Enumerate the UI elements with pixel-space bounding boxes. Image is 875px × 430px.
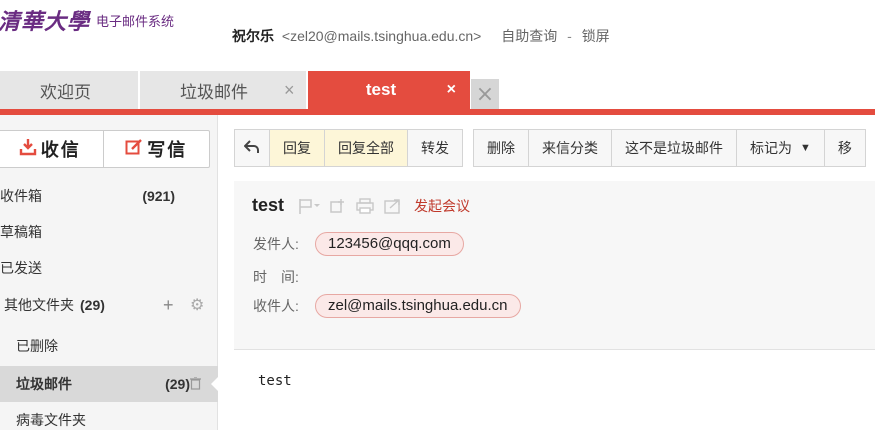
mail-toolbar: 回复 回复全部 转发 删除 来信分类 这不是垃圾邮件 标记为 ▼ 移	[234, 129, 875, 167]
folder-count: (29)	[165, 376, 190, 392]
tab-bar: 欢迎页 垃圾邮件 × test ×	[0, 71, 875, 109]
print-icon[interactable]	[356, 197, 374, 214]
folder-label: 草稿箱	[0, 224, 42, 240]
inbox-download-icon	[19, 138, 41, 161]
move-button[interactable]: 移	[823, 130, 865, 166]
folder-label: 病毒文件夹	[16, 412, 86, 428]
trash-icon[interactable]	[190, 376, 201, 393]
subject-line: test 发起会议	[252, 195, 470, 216]
folder-label: 其他文件夹	[4, 297, 74, 313]
user-email: <zel20@mails.tsinghua.edu.cn>	[281, 28, 482, 44]
selected-indicator	[211, 376, 219, 392]
from-label: 发件人:	[253, 236, 299, 252]
mail-body: test	[258, 373, 292, 389]
user-name: 祝尔乐	[232, 28, 274, 44]
reply-all-button[interactable]: 回复全部	[324, 130, 407, 166]
sidebar-item-sent[interactable]: 已发送	[0, 250, 218, 286]
compose-buttons: 收信 写信	[0, 130, 210, 168]
delete-button[interactable]: 删除	[474, 130, 528, 166]
to-label: 收件人:	[253, 298, 299, 314]
start-meeting-link[interactable]: 发起会议	[414, 196, 470, 216]
sidebar-item-virus[interactable]: 病毒文件夹	[0, 402, 218, 430]
folder-count: (921)	[142, 188, 175, 204]
sidebar-item-other-folders[interactable]: 其他文件夹 (29) + ⚙	[0, 287, 218, 323]
tab-welcome[interactable]: 欢迎页	[0, 71, 138, 109]
caret-down-icon: ▼	[800, 142, 811, 154]
logo-subtitle: 电子邮件系统	[96, 13, 175, 29]
folder-label: 垃圾邮件	[16, 376, 72, 392]
logo-name: 清華大學	[0, 9, 91, 35]
folder-label: 已删除	[16, 338, 58, 354]
sender-address[interactable]: 123456@qqq.com	[315, 232, 464, 256]
sidebar-item-drafts[interactable]: 草稿箱	[0, 214, 218, 250]
tab-label: test	[365, 80, 397, 99]
recipient-address[interactable]: zel@mails.tsinghua.edu.cn	[315, 294, 521, 318]
lock-screen-link[interactable]: 锁屏	[582, 28, 610, 44]
mail-header: test 发起会议 发件人: 123456@qqq.com 时 间: 收件人: …	[234, 181, 875, 350]
reply-button[interactable]: 回复	[269, 130, 324, 166]
sidebar: 收信 写信 收件箱 (921) 草稿箱 已发送 其他文件夹 (29) + ⚙ 已…	[0, 115, 219, 430]
action-group: 删除 来信分类 这不是垃圾邮件 标记为 ▼ 移	[473, 129, 866, 167]
user-bar: 祝尔乐 <zel20@mails.tsinghua.edu.cn> 自助查询 -…	[232, 26, 610, 46]
user-bar-separator: -	[567, 28, 572, 44]
tag-icon[interactable]	[330, 198, 346, 214]
receive-mail-label: 收信	[40, 140, 81, 160]
mark-as-button[interactable]: 标记为 ▼	[736, 130, 824, 166]
forward-window-icon[interactable]	[384, 198, 402, 214]
tab-label: 欢迎页	[40, 82, 91, 102]
flag-icon[interactable]	[298, 198, 321, 214]
pencil-icon	[125, 138, 147, 161]
sidebar-item-deleted[interactable]: 已删除	[0, 328, 218, 364]
back-button[interactable]	[235, 130, 269, 166]
folder-label: 已发送	[0, 260, 42, 276]
reply-group: 回复 回复全部 转发	[234, 129, 463, 167]
classify-button[interactable]: 来信分类	[528, 130, 611, 166]
time-label: 时 间:	[253, 269, 299, 285]
time-row: 时 间:	[253, 265, 315, 289]
close-icon[interactable]: ×	[447, 81, 456, 99]
folder-label: 收件箱	[0, 188, 42, 204]
sidebar-item-junk[interactable]: 垃圾邮件 (29)	[0, 366, 219, 402]
plus-icon[interactable]: +	[163, 295, 174, 316]
back-arrow-icon	[243, 139, 260, 157]
tab-label: 垃圾邮件	[180, 82, 248, 102]
not-spam-button[interactable]: 这不是垃圾邮件	[611, 130, 736, 166]
from-row: 发件人: 123456@qqq.com	[253, 232, 464, 256]
sidebar-item-inbox[interactable]: 收件箱 (921)	[0, 178, 218, 214]
close-icon[interactable]: ×	[284, 80, 295, 101]
close-all-tabs-icon[interactable]: ×	[471, 79, 499, 109]
write-mail-button[interactable]: 写信	[102, 131, 210, 167]
university-logo[interactable]: 清華大學 电子邮件系统	[0, 4, 174, 36]
forward-button[interactable]: 转发	[407, 130, 462, 166]
mark-as-label: 标记为	[750, 140, 792, 156]
folder-count: (29)	[80, 297, 105, 313]
to-row: 收件人: zel@mails.tsinghua.edu.cn	[253, 294, 521, 318]
self-query-link[interactable]: 自助查询	[501, 28, 557, 44]
mail-subject: test	[252, 195, 285, 215]
tab-test[interactable]: test ×	[308, 71, 470, 109]
receive-mail-button[interactable]: 收信	[0, 131, 103, 167]
gear-icon[interactable]: ⚙	[190, 295, 204, 315]
write-mail-label: 写信	[147, 140, 188, 160]
tab-junk-mail[interactable]: 垃圾邮件 ×	[140, 71, 306, 109]
